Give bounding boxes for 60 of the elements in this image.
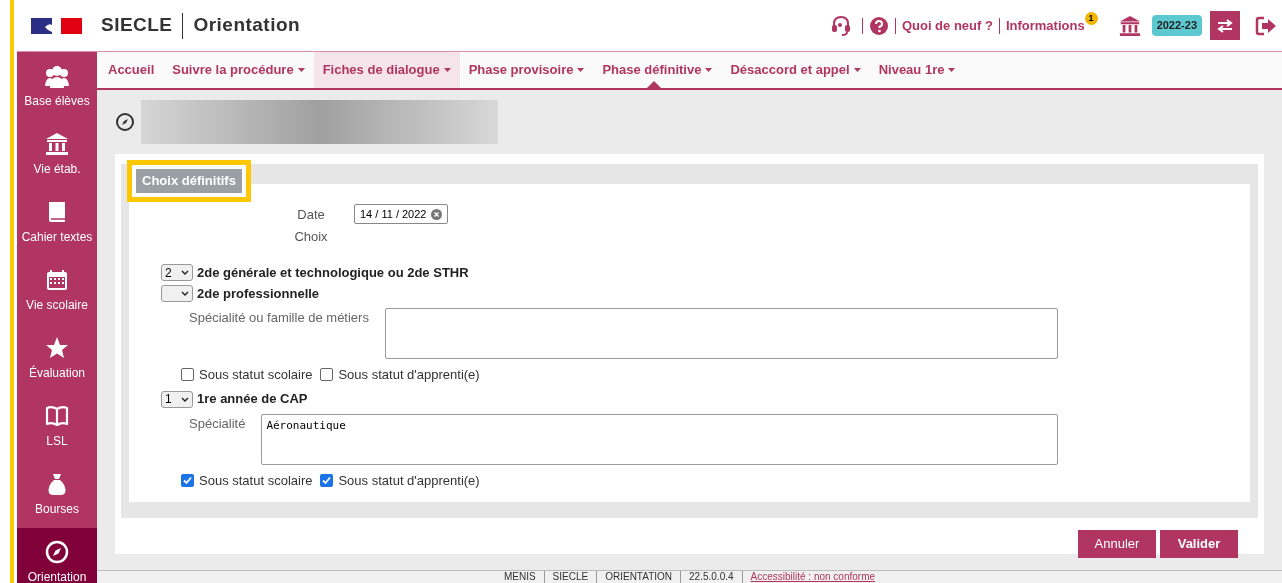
help-icon xyxy=(868,15,889,36)
checkbox[interactable] xyxy=(320,368,334,382)
year-badge: 2022-23 xyxy=(1151,15,1202,36)
footer-text: MENIS xyxy=(495,571,545,583)
brand-name: SIECLE xyxy=(101,13,173,38)
bank-icon xyxy=(45,132,69,156)
accessibility-link[interactable]: Accessibilité : non conforme xyxy=(742,571,884,583)
checkbox[interactable] xyxy=(181,368,194,382)
chevron-down-icon xyxy=(181,270,189,275)
checkbox-option[interactable]: Sous statut d'apprenti(e) xyxy=(320,470,480,490)
rank-select[interactable]: 2 xyxy=(161,264,193,281)
checkbox-option[interactable]: Sous statut d'apprenti(e) xyxy=(320,365,480,385)
action-button[interactable]: Annuler xyxy=(1078,530,1156,558)
sidebar-item[interactable]: Orientation xyxy=(17,528,97,583)
star-icon xyxy=(45,336,69,360)
switch-button[interactable] xyxy=(1210,11,1240,40)
chevron-down-icon xyxy=(181,396,189,402)
nav-menu-item[interactable]: Désaccord et appel xyxy=(721,52,870,88)
checkbox-option[interactable]: Sous statut scolaire xyxy=(181,470,313,490)
compass-icon xyxy=(115,112,135,132)
checkbox[interactable] xyxy=(181,473,194,487)
flag-logo xyxy=(31,15,83,36)
checkbox-option[interactable]: Sous statut scolaire xyxy=(181,365,313,385)
swap-arrows-icon xyxy=(1216,17,1234,34)
logout-icon xyxy=(1255,15,1277,36)
nav-menu-item[interactable]: Suivre la procédure xyxy=(163,52,314,88)
choice-label: 2de professionnelle xyxy=(197,284,320,303)
action-button[interactable]: Valider xyxy=(1160,530,1238,558)
app-title: Orientation xyxy=(193,13,301,38)
checkbox[interactable] xyxy=(320,473,334,487)
rank-select[interactable]: 1 xyxy=(161,390,193,408)
open-book-icon xyxy=(45,404,69,428)
clear-icon xyxy=(431,208,443,220)
headset-icon xyxy=(829,14,852,37)
notification-badge: 1 xyxy=(1084,12,1098,25)
field-label: Spécialité xyxy=(189,414,246,433)
choice-label: 2de générale et technologique ou 2de STHR xyxy=(197,263,469,282)
nav-menu-item[interactable]: Phase définitive xyxy=(593,52,722,88)
nav-menu-item[interactable]: Accueil xyxy=(99,52,164,88)
rank-select[interactable] xyxy=(161,285,193,302)
choice-label: 1re année de CAP xyxy=(197,390,308,409)
footer-text: 22.5.0.0.4 xyxy=(681,571,743,583)
compass-icon xyxy=(45,540,69,564)
footer-text: ORIENTATION xyxy=(597,571,682,583)
bank-icon xyxy=(1117,14,1142,37)
header-link[interactable]: Quoi de neuf ? xyxy=(901,15,993,36)
chevron-down-icon xyxy=(181,291,189,296)
nav-menu-item[interactable]: Niveau 1re xyxy=(869,52,965,88)
people-icon xyxy=(45,64,69,88)
text-area[interactable]: Aéronautique xyxy=(261,413,1058,465)
section-legend: Choix définitifs xyxy=(136,169,242,193)
header-link[interactable]: Informations xyxy=(1005,15,1085,36)
text-area[interactable] xyxy=(384,308,1058,359)
field-label: Spécialité ou famille de métiers xyxy=(189,309,369,327)
field-label: Date Choix xyxy=(293,206,329,246)
nav-menu-item[interactable]: Phase provisoire xyxy=(459,52,594,88)
footer-text: SIECLE xyxy=(544,571,598,583)
date-field[interactable]: 14 / 11 / 2022 xyxy=(354,204,449,224)
calendar-icon xyxy=(45,268,69,292)
nav-menu-item[interactable]: Fiches de dialogue xyxy=(313,52,460,88)
